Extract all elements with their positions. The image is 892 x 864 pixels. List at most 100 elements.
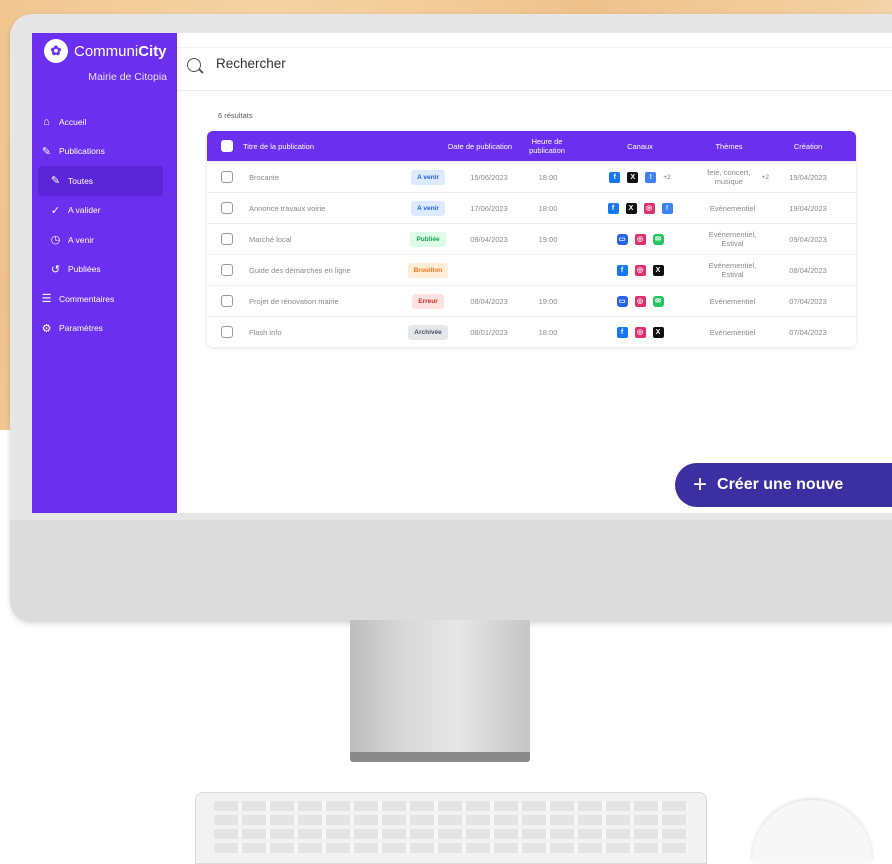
- instagram-icon[interactable]: ◎: [634, 233, 646, 245]
- sms-icon[interactable]: ✉: [652, 295, 664, 307]
- publication-title[interactable]: Guide des démarches en ligne: [249, 255, 389, 285]
- sidebar-item-accueil[interactable]: ⌂ Accueil: [32, 107, 177, 137]
- monitor-stand-base: [350, 752, 530, 762]
- facebook-icon[interactable]: f: [616, 326, 628, 338]
- table-row[interactable]: Guide des démarches en ligne Brouillon f…: [207, 254, 856, 285]
- row-checkbox[interactable]: [221, 193, 233, 223]
- search-input[interactable]: [214, 55, 518, 72]
- instagram-icon[interactable]: ◎: [634, 326, 646, 338]
- sidebar-item-commentaires[interactable]: ☰ Commentaires: [32, 284, 177, 314]
- publication-title[interactable]: Annonce travaux voirie: [249, 193, 389, 223]
- status-cell: Publiée: [403, 224, 453, 254]
- facebook-icon[interactable]: f: [616, 264, 628, 276]
- table-row[interactable]: Projet de rénovation mairie Erreur 08/04…: [207, 285, 856, 316]
- column-created[interactable]: Création: [773, 131, 843, 161]
- column-channels[interactable]: Canaux: [585, 131, 695, 161]
- channels-cell: ▭ ◎ ✉: [585, 224, 695, 254]
- publication-title[interactable]: Projet de rénovation mairie: [249, 286, 389, 316]
- facebook-icon[interactable]: f: [607, 202, 619, 214]
- sidebar: ✿ CommuniCity Mairie de Citopia ⌂ Accuei…: [32, 33, 177, 513]
- monitor-chin: [10, 520, 892, 622]
- created-date: 07/04/2023: [789, 327, 827, 337]
- communicity-logo-icon: ✿: [44, 39, 68, 63]
- sidebar-item-label: A venir: [68, 234, 94, 245]
- themes-cell: fete, concert, musique +2: [699, 162, 769, 192]
- column-themes[interactable]: Thèmes: [699, 131, 759, 161]
- column-time[interactable]: Heure de publication: [517, 131, 577, 161]
- sidebar-item-parametres[interactable]: ⚙ Paramètres: [32, 314, 177, 344]
- sidebar-item-label: Publiées: [68, 264, 101, 275]
- themes-cell: Evénementiel: [699, 193, 769, 223]
- edit-icon: ✎: [50, 175, 61, 188]
- sidebar-item-a-venir[interactable]: ◷ A venir: [32, 225, 177, 255]
- home-icon: ⌂: [43, 115, 50, 128]
- publication-date: 08/01/2023: [470, 327, 508, 337]
- themes-cell: Evénementiel, Estival: [699, 255, 769, 285]
- table-row[interactable]: Annonce travaux voirie A venir 17/06/202…: [207, 192, 856, 223]
- publication-date: [459, 255, 519, 285]
- select-all-checkbox[interactable]: [221, 131, 233, 161]
- search-bar: [177, 47, 892, 91]
- themes-text: Evénementiel: [709, 327, 756, 337]
- table-row[interactable]: Marché local Publiée 09/04/2023 19:00 ▭ ◎…: [207, 223, 856, 254]
- x-icon[interactable]: X: [627, 171, 639, 183]
- table-row[interactable]: Flash info Archivée 08/01/2023 18:00 f ◎ X…: [207, 316, 856, 347]
- message-icon[interactable]: ▭: [616, 233, 628, 245]
- column-title[interactable]: Titre de la publication: [243, 131, 314, 161]
- sidebar-item-label: Accueil: [59, 116, 87, 127]
- info-channel-icon[interactable]: !: [661, 202, 673, 214]
- row-checkbox[interactable]: [221, 317, 233, 347]
- brand[interactable]: ✿ CommuniCity: [44, 39, 167, 63]
- x-icon[interactable]: X: [625, 202, 637, 214]
- created-date: 09/04/2023: [789, 234, 827, 244]
- created-date: 07/04/2023: [789, 296, 827, 306]
- publication-date: 15/06/2023: [470, 172, 508, 182]
- monitor-stand: [350, 620, 530, 760]
- publication-title[interactable]: Flash info: [249, 317, 389, 347]
- status-badge: A venir: [411, 200, 445, 216]
- search-icon[interactable]: [187, 58, 201, 72]
- row-checkbox[interactable]: [221, 286, 233, 316]
- sidebar-item-label: Publications: [59, 146, 105, 157]
- publication-date: 08/04/2023: [470, 296, 508, 306]
- sidebar-item-toutes[interactable]: ✎ Toutes: [38, 166, 163, 196]
- publication-title[interactable]: Marché local: [249, 224, 389, 254]
- column-date[interactable]: Date de publication: [445, 131, 515, 161]
- x-icon[interactable]: X: [652, 326, 664, 338]
- table-row[interactable]: Brocante A venir 15/06/2023 18:00 f X! +2 …: [207, 161, 856, 192]
- themes-cell: Evénementiel, Estival: [699, 224, 769, 254]
- status-badge: Brouillon: [407, 262, 449, 278]
- sidebar-item-a-valider[interactable]: ✓ A valider: [32, 196, 177, 226]
- info-channel-icon[interactable]: !: [645, 171, 657, 183]
- publication-title[interactable]: Brocante: [249, 162, 389, 192]
- clock-icon: ◷: [50, 234, 61, 247]
- status-cell: Erreur: [403, 286, 453, 316]
- gear-icon: ⚙: [41, 322, 52, 335]
- edit-icon: ✎: [41, 145, 52, 158]
- channels-cell: f X! +2: [585, 162, 695, 192]
- facebook-icon[interactable]: f: [609, 171, 621, 183]
- sidebar-item-label: Paramètres: [59, 323, 103, 334]
- row-checkbox[interactable]: [221, 162, 233, 192]
- status-badge: Publiée: [410, 231, 446, 247]
- created-date: 19/04/2023: [789, 203, 827, 213]
- themes-cell: Evénementiel: [699, 317, 769, 347]
- message-icon[interactable]: ▭: [616, 295, 628, 307]
- create-publication-button[interactable]: + Créer une nouve: [675, 463, 892, 507]
- instagram-icon[interactable]: ◎: [634, 264, 646, 276]
- channels-more[interactable]: +2: [663, 173, 670, 182]
- themes-cell: Evénementiel: [699, 286, 769, 316]
- row-checkbox[interactable]: [221, 224, 233, 254]
- sidebar-item-publications[interactable]: ✎ Publications: [32, 137, 177, 167]
- sidebar-item-label: Toutes: [68, 175, 94, 186]
- instagram-icon[interactable]: ◎: [634, 295, 646, 307]
- sms-icon[interactable]: ✉: [652, 233, 664, 245]
- row-checkbox[interactable]: [221, 255, 233, 285]
- x-icon[interactable]: X: [652, 264, 664, 276]
- organization-name: Mairie de Citopia: [88, 71, 167, 83]
- instagram-icon[interactable]: ◎: [643, 202, 655, 214]
- themes-text: fete, concert, musique: [707, 168, 751, 186]
- sidebar-item-publiees[interactable]: ↺ Publiées: [32, 255, 177, 285]
- publication-time: 18:00: [538, 203, 558, 213]
- themes-more[interactable]: +2: [762, 173, 769, 182]
